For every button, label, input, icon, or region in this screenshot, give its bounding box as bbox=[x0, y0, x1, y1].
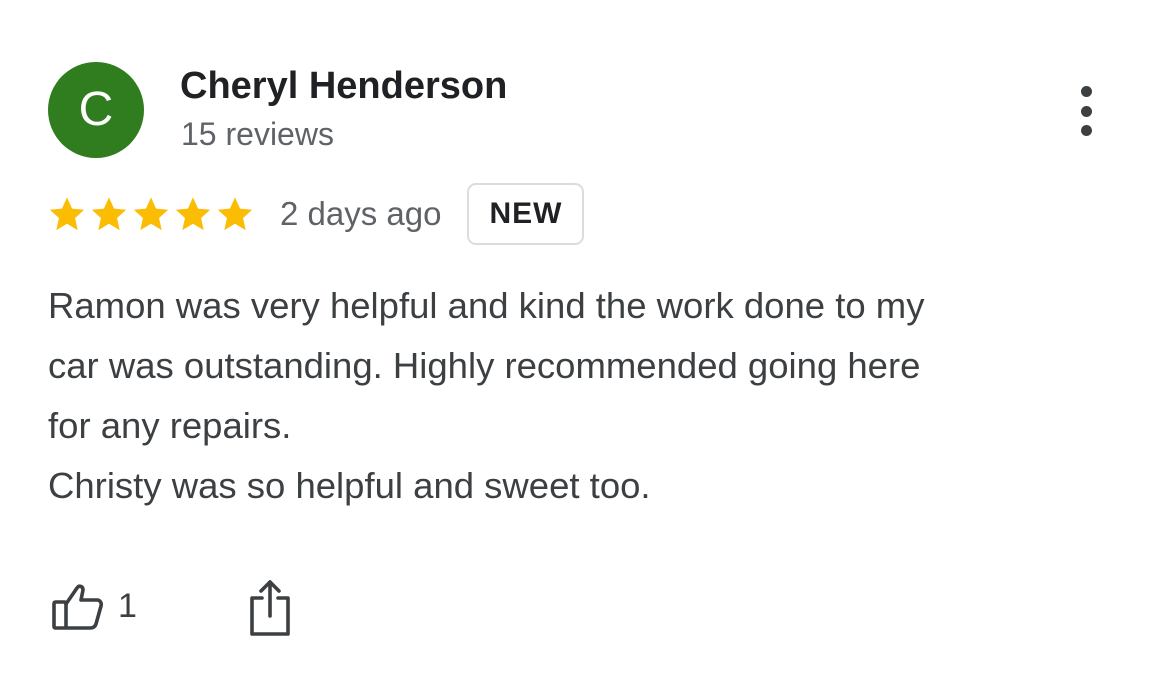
thumb-up-icon bbox=[52, 584, 104, 630]
review-text-line: for any repairs. bbox=[48, 405, 292, 446]
new-badge: NEW bbox=[467, 183, 585, 245]
more-vert-icon bbox=[1080, 86, 1092, 97]
review-text: Ramon was very helpful and kind the work… bbox=[48, 276, 1108, 516]
review-text-line: Ramon was very helpful and kind the work… bbox=[48, 285, 925, 326]
star-icon bbox=[49, 197, 85, 231]
review-count: 15 reviews bbox=[181, 116, 334, 152]
like-button[interactable]: 1 bbox=[48, 576, 137, 636]
review-text-line: car was outstanding. Highly recommended … bbox=[48, 345, 921, 386]
star-icon bbox=[133, 197, 169, 231]
author-name[interactable]: Cheryl Henderson bbox=[180, 65, 507, 108]
star-icon bbox=[175, 197, 211, 231]
more-vert-icon-dot bbox=[1080, 125, 1092, 136]
star-icon bbox=[217, 197, 253, 231]
review-date: 2 days ago bbox=[280, 195, 442, 232]
share-icon bbox=[250, 580, 290, 636]
more-vert-icon-dot bbox=[1080, 105, 1092, 117]
review-text-line: Christy was so helpful and sweet too. bbox=[48, 465, 651, 506]
more-options-button[interactable] bbox=[1062, 80, 1110, 142]
star-icon bbox=[91, 197, 127, 231]
share-button[interactable] bbox=[240, 574, 300, 638]
avatar-initial: C bbox=[78, 83, 114, 136]
star-rating bbox=[46, 193, 256, 235]
avatar[interactable]: C bbox=[48, 62, 144, 158]
rating-row: 2 days ago NEW bbox=[46, 182, 585, 246]
like-count: 1 bbox=[118, 586, 137, 625]
